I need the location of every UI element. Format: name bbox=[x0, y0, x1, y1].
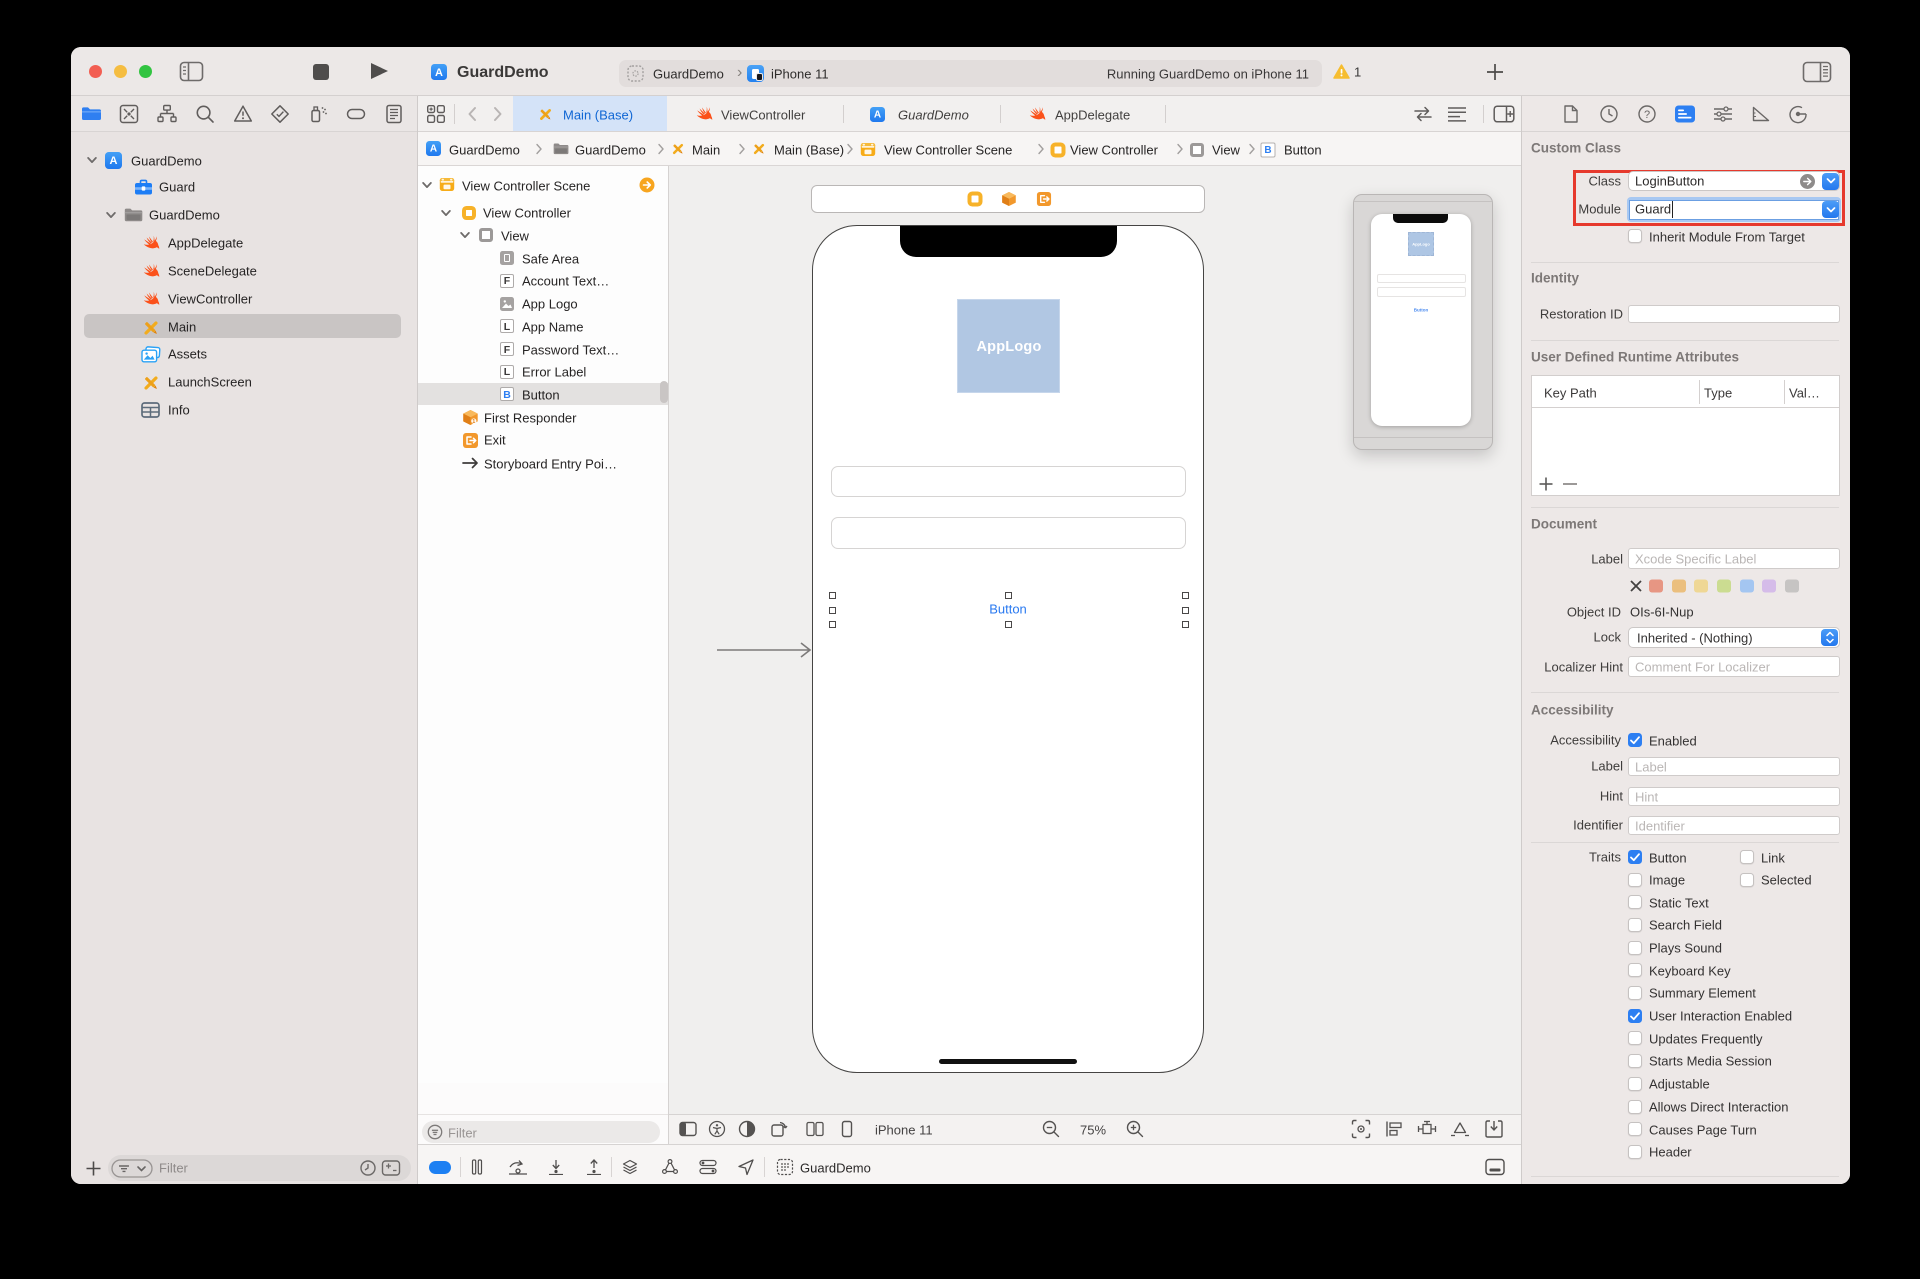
svg-text:1: 1 bbox=[472, 419, 475, 425]
svg-text:?: ? bbox=[1644, 109, 1650, 121]
